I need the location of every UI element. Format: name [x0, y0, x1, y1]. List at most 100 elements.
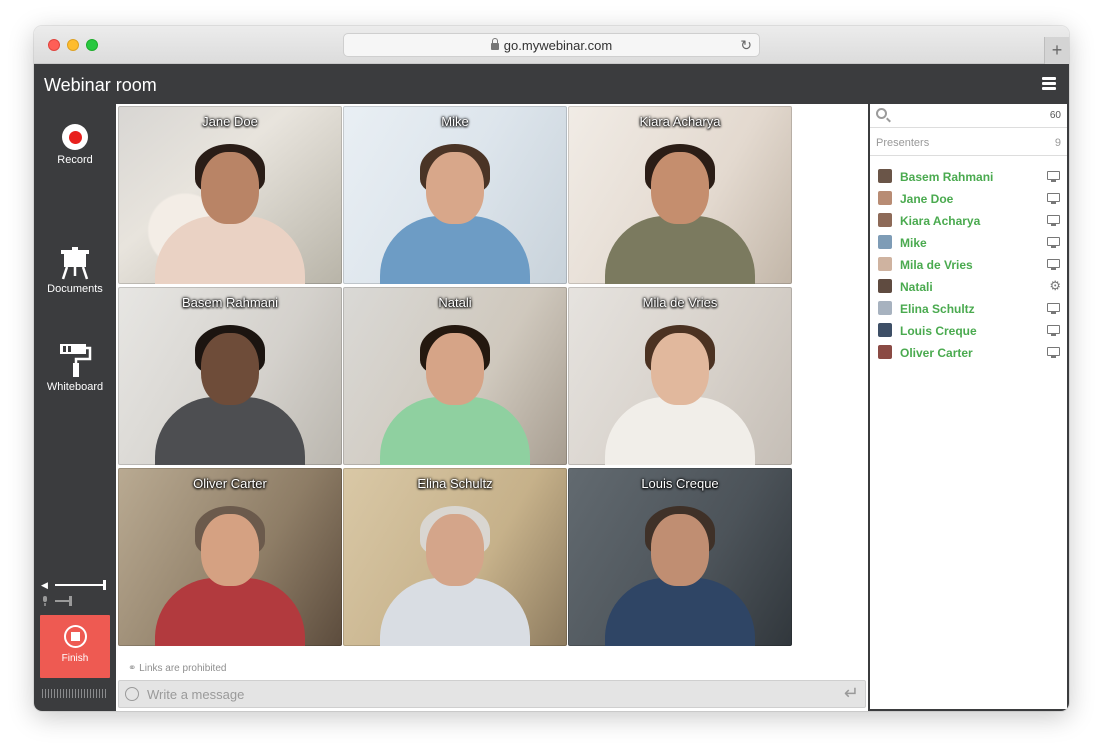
participant-video: [145, 315, 315, 465]
presenter-name[interactable]: Mike: [900, 236, 927, 250]
video-tile[interactable]: Natali: [343, 287, 567, 465]
presenter-item[interactable]: Basem Rahmani: [870, 166, 1067, 188]
presenter-name[interactable]: Kiara Acharya: [900, 214, 980, 228]
participant-video: [595, 315, 765, 465]
participant-video: [370, 134, 540, 284]
presenter-name[interactable]: Natali: [900, 280, 933, 294]
monitor-icon: [1047, 303, 1060, 314]
video-tile[interactable]: Mike: [343, 106, 567, 284]
chat-input-box[interactable]: Write a message ↵: [118, 680, 866, 708]
monitor-icon: [1047, 347, 1060, 358]
avatar: [878, 301, 892, 315]
minimize-window-button[interactable]: [67, 39, 79, 51]
speaker-icon: ◀: [41, 580, 48, 590]
presenter-item[interactable]: Jane Doe: [870, 188, 1067, 210]
avatar: [878, 323, 892, 337]
presenter-item[interactable]: Mila de Vries: [870, 254, 1067, 276]
avatar: [878, 279, 892, 293]
presenter-item[interactable]: Mike: [870, 232, 1067, 254]
participant-count: 60: [1049, 110, 1061, 121]
video-tile[interactable]: Basem Rahmani: [118, 287, 342, 465]
presenters-section-header[interactable]: Presenters 9: [870, 128, 1067, 156]
presenter-name[interactable]: Louis Creque: [900, 324, 977, 338]
video-tile[interactable]: Jane Doe: [118, 106, 342, 284]
presenters-count: 9: [1054, 137, 1061, 149]
microphone-icon: [43, 596, 47, 606]
participant-video: [145, 496, 315, 646]
video-tile-name: Oliver Carter: [193, 476, 267, 491]
speaker-volume-slider[interactable]: ◀: [41, 580, 109, 590]
easel-icon: [61, 247, 89, 280]
video-tile-name: Natali: [438, 295, 472, 310]
video-area: Jane Doe Mike Kiara Acharya Basem Rahman…: [116, 104, 868, 711]
app-title: Webinar room: [44, 75, 157, 95]
tool-sidebar: Record Documents Whiteboard ◀ Finish: [34, 104, 116, 711]
monitor-icon: [1047, 325, 1060, 336]
video-tile[interactable]: Kiara Acharya: [568, 106, 792, 284]
links-note-text: Links are prohibited: [139, 663, 227, 674]
send-icon[interactable]: ↵: [844, 683, 859, 704]
close-window-button[interactable]: [48, 39, 60, 51]
speaker-volume-knob[interactable]: [103, 580, 106, 590]
record-label: Record: [57, 154, 93, 166]
presenter-item[interactable]: Kiara Acharya: [870, 210, 1067, 232]
video-tile[interactable]: Elina Schultz: [343, 468, 567, 646]
address-text: go.mywebinar.com: [503, 37, 613, 53]
app-header: Webinar room: [34, 64, 1069, 104]
video-tile[interactable]: Oliver Carter: [118, 468, 342, 646]
chat-input[interactable]: Write a message: [147, 687, 244, 702]
browser-titlebar: go.mywebinar.com ↻ +: [34, 26, 1069, 64]
presenter-name[interactable]: Basem Rahmani: [900, 170, 993, 184]
gear-icon[interactable]: ⚙: [1049, 278, 1061, 294]
participant-video: [145, 134, 315, 284]
finish-label: Finish: [61, 653, 89, 664]
link-icon: ⚭: [128, 663, 137, 674]
monitor-icon: [1047, 171, 1060, 182]
participant-video: [370, 315, 540, 465]
video-tile-name: Mike: [441, 114, 469, 129]
monitor-icon: [1047, 237, 1060, 248]
reload-icon[interactable]: ↻: [740, 37, 752, 54]
participant-search[interactable]: 60: [870, 104, 1067, 128]
maximize-window-button[interactable]: [86, 39, 98, 51]
hamburger-menu-icon[interactable]: [1042, 77, 1056, 90]
presenter-name[interactable]: Oliver Carter: [900, 346, 973, 360]
avatar: [878, 213, 892, 227]
finish-button[interactable]: Finish: [40, 615, 110, 678]
participant-video: [595, 134, 765, 284]
presenter-name[interactable]: Elina Schultz: [900, 302, 975, 316]
participant-video: [595, 496, 765, 646]
participants-panel: 60 Presenters 9 Basem Rahmani Jane Doe K…: [868, 104, 1069, 711]
record-icon: [62, 124, 88, 150]
presenter-name[interactable]: Jane Doe: [900, 192, 953, 206]
video-tile[interactable]: Louis Creque: [568, 468, 792, 646]
record-button[interactable]: Record: [34, 124, 116, 166]
whiteboard-button[interactable]: Whiteboard: [34, 342, 116, 393]
resize-grip[interactable]: [42, 689, 108, 698]
avatar: [878, 257, 892, 271]
address-bar[interactable]: go.mywebinar.com ↻: [343, 33, 760, 57]
presenter-item[interactable]: Oliver Carter: [870, 342, 1067, 364]
participant-video: [370, 496, 540, 646]
video-tile[interactable]: Mila de Vries: [568, 287, 792, 465]
presenter-list: Basem Rahmani Jane Doe Kiara Acharya Mik…: [870, 166, 1067, 364]
speaker-volume-track: [55, 584, 105, 586]
presenter-item[interactable]: Elina Schultz: [870, 298, 1067, 320]
monitor-icon: [1047, 215, 1060, 226]
documents-label: Documents: [47, 283, 103, 295]
stop-icon: [63, 625, 87, 648]
presenter-item[interactable]: Natali ⚙: [870, 276, 1067, 298]
new-tab-button[interactable]: +: [1044, 37, 1069, 64]
search-icon[interactable]: [876, 108, 887, 119]
video-tile-name: Jane Doe: [202, 114, 258, 129]
microphone-volume-slider[interactable]: [41, 596, 109, 606]
emoji-icon[interactable]: [125, 687, 139, 701]
avatar: [878, 169, 892, 183]
links-prohibited-note: ⚭ Links are prohibited: [128, 663, 226, 674]
video-tile-name: Louis Creque: [641, 476, 719, 491]
microphone-volume-knob[interactable]: [69, 596, 72, 606]
presenter-name[interactable]: Mila de Vries: [900, 258, 973, 272]
presenter-item[interactable]: Louis Creque: [870, 320, 1067, 342]
avatar: [878, 191, 892, 205]
documents-button[interactable]: Documents: [34, 246, 116, 295]
